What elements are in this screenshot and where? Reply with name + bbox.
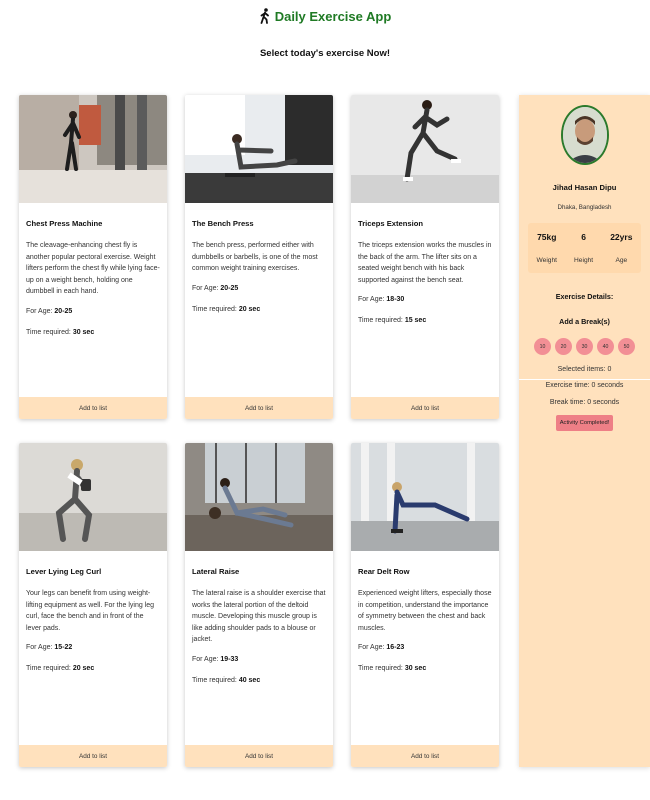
add-to-list-button[interactable]: Add to list — [185, 745, 333, 767]
app-title-text: Daily Exercise App — [274, 8, 392, 24]
stat-age: 22yrs Age — [610, 232, 632, 264]
exercise-age: For Age: 20-25 — [192, 285, 326, 292]
time-value: 20 sec — [238, 305, 261, 313]
selected-items: Selected items: 0 — [557, 366, 612, 373]
stat-value: 6 — [581, 232, 586, 242]
exercise-description: The cleavage-enhancing chest fly is anot… — [26, 242, 160, 295]
exercise-time: Time required: 30 sec — [26, 329, 160, 336]
age-label: For Age: — [192, 655, 221, 663]
age-label: For Age: — [358, 644, 387, 651]
exercise-image — [351, 95, 499, 203]
time-label: Time required: — [26, 665, 73, 672]
stat-label: Age — [615, 257, 628, 264]
exercise-image — [351, 443, 499, 551]
exercise-description: The triceps extension works the muscles … — [358, 242, 492, 284]
time-value: 15 sec — [404, 317, 427, 324]
add-to-list-button[interactable]: Add to list — [19, 745, 167, 767]
add-to-list-button[interactable]: Add to list — [19, 397, 167, 419]
age-label: For Age: — [26, 307, 55, 315]
exercise-title: Rear Delt Row — [358, 567, 410, 576]
stat-label: Height — [574, 257, 594, 264]
exercise-time: Time required: 15 sec — [358, 317, 492, 324]
exercise-title: Triceps Extension — [358, 219, 423, 228]
exercise-card: Lever Lying Leg Curl Your legs can benef… — [19, 443, 167, 767]
exercise-title: The Bench Press — [192, 219, 254, 228]
exercise-time-total: Exercise time: 0 seconds — [545, 382, 624, 389]
exercise-card: Chest Press Machine The cleavage-enhanci… — [19, 95, 167, 419]
page-subtitle: Select today's exercise Now! — [259, 48, 391, 59]
exercise-image — [19, 95, 167, 203]
exercise-description: The bench press, performed either with d… — [192, 242, 318, 272]
age-value: 18-30 — [386, 296, 405, 303]
exercise-card: Rear Delt Row Experienced weight lifters… — [351, 443, 499, 767]
exercise-age: For Age: 15-22 — [26, 644, 160, 651]
exercise-time: Time required: 20 sec — [26, 665, 160, 672]
stat-value: 22yrs — [610, 232, 633, 242]
break-time-total: Break time: 0 seconds — [549, 399, 620, 406]
break-option-50[interactable]: 50 — [618, 338, 635, 355]
exercise-image — [185, 443, 333, 551]
age-value: 16-23 — [386, 644, 405, 651]
time-value: 20 sec — [72, 665, 95, 672]
add-to-list-button[interactable]: Add to list — [351, 745, 499, 767]
break-option-10[interactable]: 10 — [534, 338, 551, 355]
time-value: 30 sec — [404, 665, 427, 672]
exercise-time: Time required: 40 sec — [192, 677, 326, 684]
exercise-time: Time required: 20 sec — [192, 306, 326, 313]
age-value: 20-25 — [54, 307, 73, 315]
exercise-details-heading: Exercise Details: — [555, 292, 614, 301]
exercise-title: Lateral Raise — [192, 567, 240, 576]
exercise-description: Experienced weight lifters, especially t… — [358, 590, 492, 632]
avatar — [560, 105, 609, 165]
exercise-title: Lever Lying Leg Curl — [26, 567, 102, 576]
age-label: For Age: — [358, 296, 387, 303]
age-value: 20-25 — [220, 284, 239, 292]
exercise-age: For Age: 16-23 — [358, 644, 492, 651]
age-label: For Age: — [192, 284, 221, 292]
time-label: Time required: — [192, 305, 239, 313]
exercise-image — [185, 95, 333, 203]
stat-height: 6 Height — [574, 232, 593, 264]
break-option-40[interactable]: 40 — [597, 338, 614, 355]
app-header: Daily Exercise App — [0, 8, 650, 29]
break-option-20[interactable]: 20 — [555, 338, 572, 355]
break-option-30[interactable]: 30 — [576, 338, 593, 355]
user-name: Jihad Hasan Dipu — [552, 183, 617, 192]
age-value: 15-22 — [54, 644, 73, 651]
user-location: Dhaka, Bangladesh — [557, 204, 612, 211]
add-break-heading: Add a Break(s) — [559, 317, 610, 326]
activity-completed-button[interactable]: Activity Completed! — [555, 415, 614, 431]
time-value: 30 sec — [72, 328, 95, 336]
exercise-description: Your legs can benefit from using weight-… — [26, 590, 155, 632]
exercise-title: Chest Press Machine — [26, 219, 103, 228]
exercise-time: Time required: 30 sec — [358, 665, 492, 672]
exercise-card: Lateral Raise The lateral raise is a sho… — [185, 443, 333, 767]
time-label: Time required: — [26, 328, 73, 336]
exercise-image — [19, 443, 167, 551]
app-title: Daily Exercise App — [259, 8, 392, 24]
stat-label: Weight — [536, 257, 557, 264]
age-value: 19-33 — [220, 655, 239, 663]
stat-value: 75kg — [537, 232, 557, 242]
time-label: Time required: — [192, 676, 239, 684]
add-to-list-button[interactable]: Add to list — [351, 397, 499, 419]
divider — [519, 379, 650, 380]
profile-sidebar: Jihad Hasan Dipu Dhaka, Bangladesh 75kg … — [519, 95, 650, 767]
exercise-card: Triceps Extension The triceps extension … — [351, 95, 499, 419]
break-options: 10 20 30 40 50 — [519, 338, 650, 355]
stat-weight: 75kg Weight — [537, 232, 557, 264]
add-to-list-button[interactable]: Add to list — [185, 397, 333, 419]
exercise-age: For Age: 18-30 — [358, 296, 492, 303]
time-label: Time required: — [358, 665, 405, 672]
time-label: Time required: — [358, 317, 405, 324]
user-stats: 75kg Weight 6 Height 22yrs Age — [528, 223, 641, 273]
exercise-card: The Bench Press The bench press, perform… — [185, 95, 333, 419]
walking-person-icon — [259, 8, 271, 24]
exercise-description: The lateral raise is a shoulder exercise… — [192, 590, 326, 643]
exercise-age: For Age: 19-33 — [192, 656, 326, 663]
age-label: For Age: — [26, 644, 55, 651]
time-value: 40 sec — [238, 676, 261, 684]
exercise-grid: Chest Press Machine The cleavage-enhanci… — [19, 95, 499, 767]
exercise-age: For Age: 20-25 — [26, 308, 160, 315]
